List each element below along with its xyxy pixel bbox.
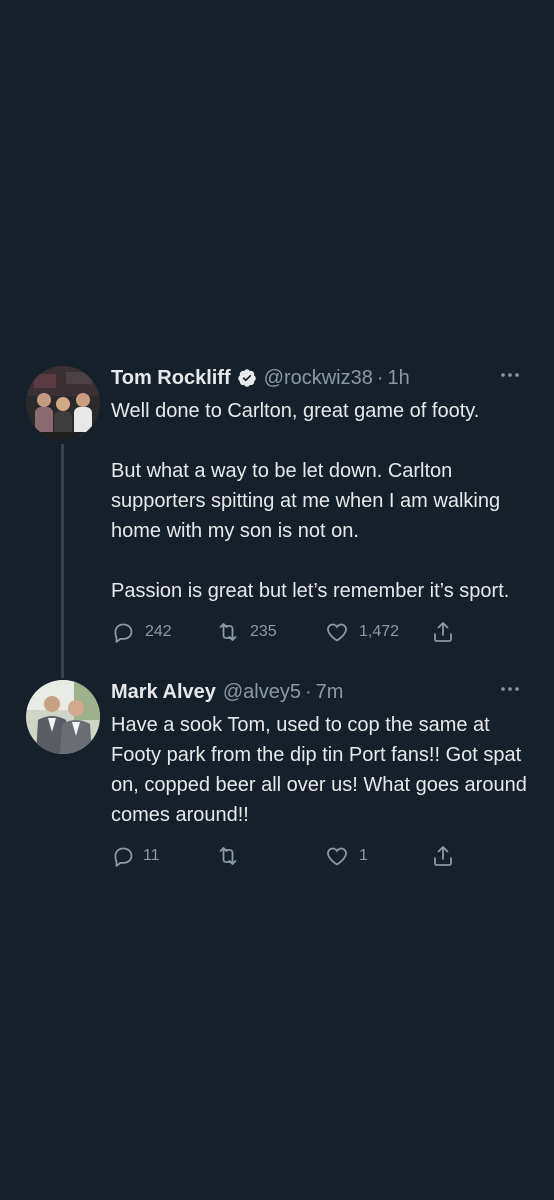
like-icon — [327, 847, 347, 866]
retweet-icon — [219, 847, 237, 865]
retweet-count: 235 — [250, 623, 277, 640]
reply-button[interactable]: 11 — [111, 844, 160, 868]
author-handle[interactable]: @alvey5 — [223, 681, 301, 704]
tweet-actions: 11 1 — [111, 844, 531, 870]
reply-icon — [114, 623, 133, 643]
retweet-button[interactable] — [216, 844, 250, 868]
separator-dot: · — [376, 366, 384, 389]
reply-count: 242 — [145, 623, 172, 640]
like-icon — [327, 623, 347, 642]
separator-dot: · — [305, 680, 312, 703]
tweet-text: Have a sook Tom, used to cop the same at… — [111, 710, 531, 830]
retweet-icon — [219, 623, 237, 641]
tweet-actions: 242 235 1,472 — [111, 620, 531, 646]
author-handle[interactable]: @rockwiz38 — [264, 367, 373, 390]
author-name[interactable]: Tom Rockliff — [111, 367, 231, 390]
tweet-paragraph: But what a way to be let down. Carlton s… — [111, 460, 501, 542]
retweet-button[interactable]: 235 — [216, 620, 277, 644]
thread-connector-line — [61, 444, 64, 678]
reply-button[interactable]: 242 — [111, 620, 172, 644]
tweet-paragraph: Passion is great but let’s remember it’s… — [111, 580, 510, 602]
like-count: 1,472 — [359, 623, 400, 640]
author-name[interactable]: Mark Alvey — [111, 681, 216, 704]
avatar[interactable] — [26, 680, 100, 754]
like-count: 1 — [359, 847, 368, 864]
tweet-header: Tom Rockliff @rockwiz38 · 1h — [111, 366, 531, 390]
like-button[interactable]: 1,472 — [325, 620, 399, 644]
tweet-text: Well done to Carlton, great game of foot… — [111, 396, 531, 606]
tweet-timestamp[interactable]: 1h — [388, 367, 410, 390]
share-icon — [434, 846, 452, 866]
tweet-paragraph: Have a sook Tom, used to cop the same at… — [111, 714, 527, 826]
avatar[interactable] — [26, 366, 100, 440]
reply-count: 11 — [143, 847, 160, 864]
more-icon[interactable] — [499, 370, 521, 380]
more-icon[interactable] — [499, 684, 521, 694]
share-icon — [434, 622, 452, 642]
verified-badge-icon — [237, 368, 257, 388]
share-button[interactable] — [431, 620, 455, 644]
tweet-timestamp[interactable]: 7m — [316, 681, 344, 704]
share-button[interactable] — [431, 844, 455, 868]
tweet-header: Mark Alvey @alvey5 · 7m — [111, 680, 531, 704]
reply-icon — [114, 847, 133, 867]
like-button[interactable]: 1 — [325, 844, 368, 868]
tweet-paragraph: Well done to Carlton, great game of foot… — [111, 400, 480, 422]
tweet-thread: Tom Rockliff @rockwiz38 · 1h Well done t… — [0, 0, 554, 1200]
